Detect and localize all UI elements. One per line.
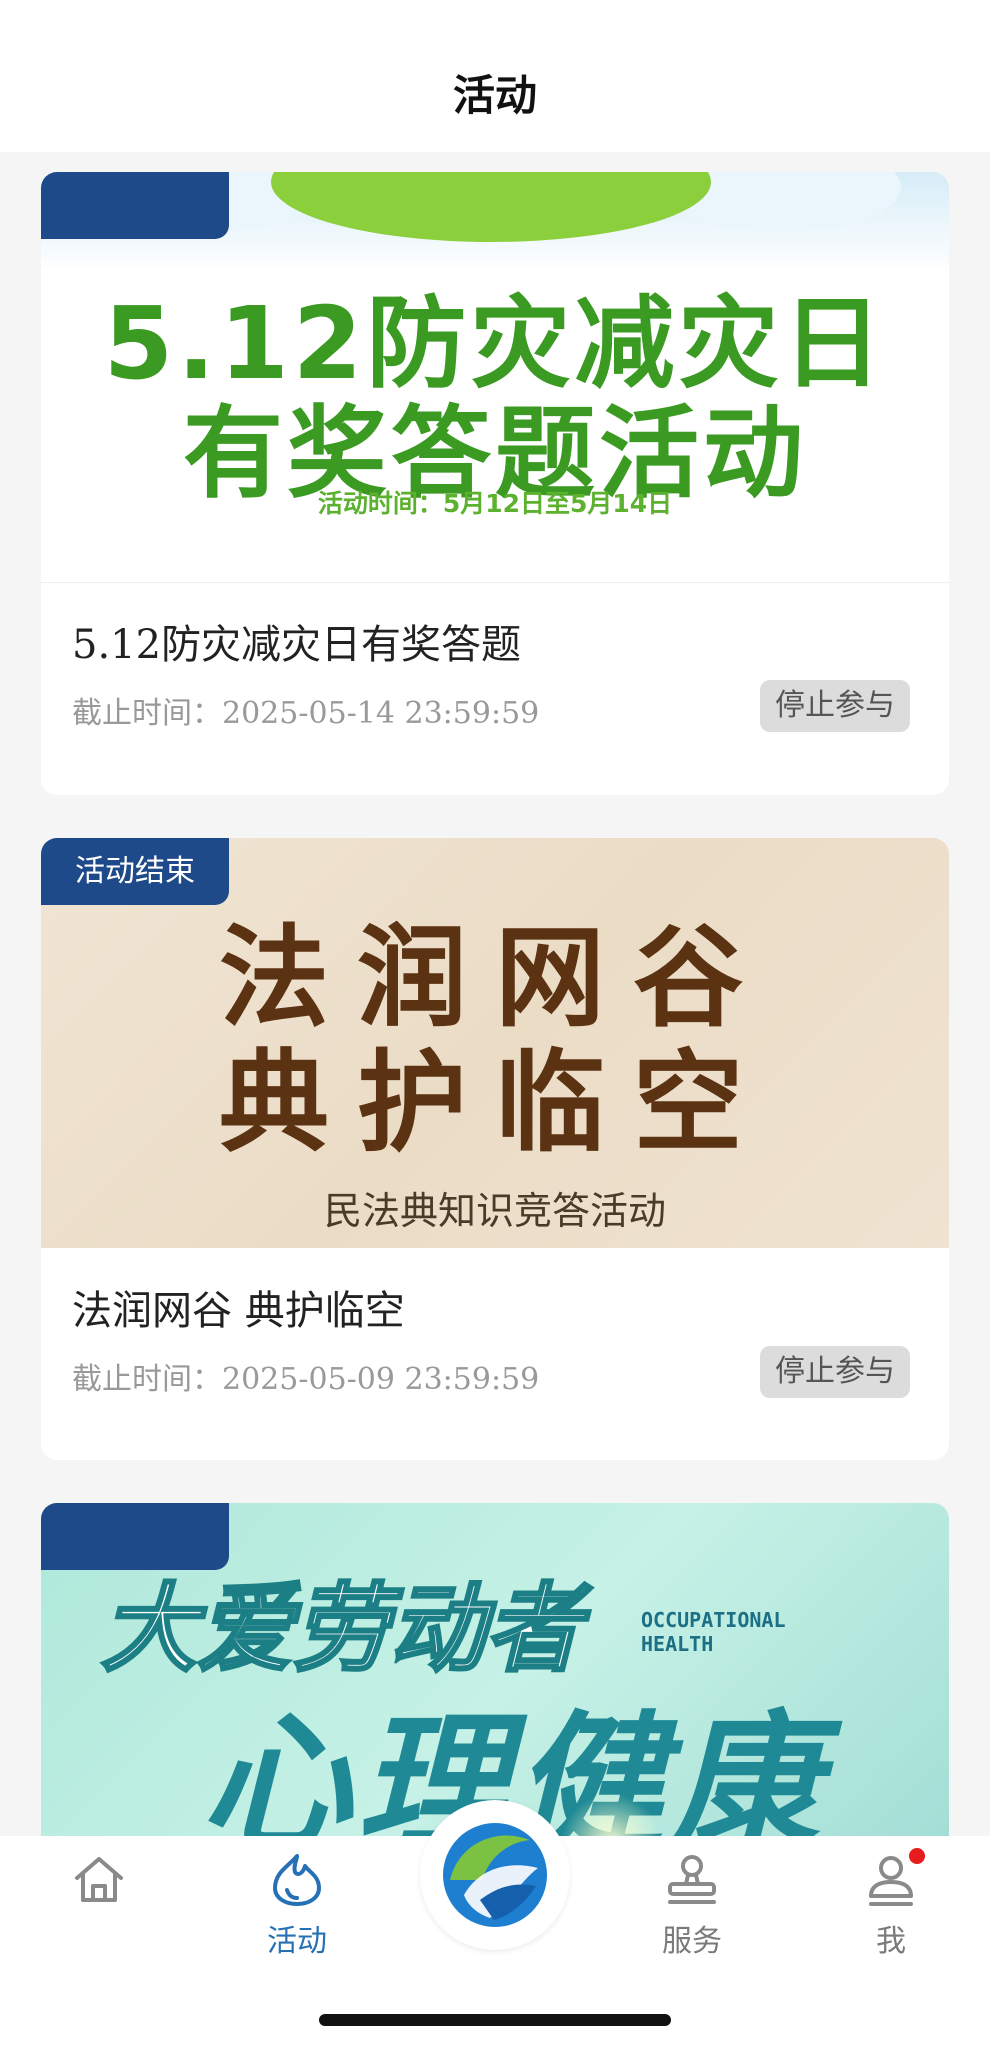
- activity-title: 5.12防灾减灾日有奖答题: [72, 622, 522, 668]
- notification-dot: [909, 1848, 925, 1864]
- activity-deadline: 截止时间：2025-05-09 23:59:59: [72, 1362, 540, 1397]
- banner-headline: 典护临空: [219, 1038, 771, 1167]
- activity-card[interactable]: 5.12防灾减灾日 有奖答题活动 活动时间：5月12日至5月14日 5.12防灾…: [41, 172, 949, 795]
- header: 活动: [0, 0, 990, 152]
- activity-icon: [273, 1854, 321, 1906]
- status-badge: [41, 1503, 229, 1570]
- tab-label: 服务: [662, 1924, 722, 1959]
- home-indicator: [319, 2014, 671, 2026]
- center-home-button[interactable]: [420, 1800, 570, 1950]
- activities-page: 活动 5.12防灾减灾日 有奖答题活动 活动时间：5月12日至5月14日 5.1…: [0, 0, 990, 2048]
- activity-card[interactable]: 法润网谷 典护临空 民法典知识竞答活动 活动结束 法润网谷 典护临空 截止时间：…: [41, 838, 949, 1460]
- home-icon: [75, 1857, 123, 1902]
- status-badge: [41, 172, 229, 239]
- banner-tag: OCCUPATIONAL HEALTH: [641, 1608, 786, 1656]
- status-badge: 活动结束: [41, 838, 229, 905]
- divider: [41, 582, 949, 583]
- banner-subtitle: 民法典知识竞答活动: [323, 1189, 666, 1233]
- tab-label: 活动: [267, 1924, 327, 1959]
- tab-label: 我: [876, 1924, 906, 1959]
- stop-participation-button[interactable]: 停止参与: [760, 1346, 910, 1398]
- app-logo-icon: [443, 1823, 547, 1927]
- activity-deadline: 截止时间：2025-05-14 23:59:59: [72, 696, 540, 731]
- banner-subtitle: 活动时间：5月12日至5月14日: [317, 489, 673, 518]
- stop-participation-button[interactable]: 停止参与: [760, 680, 910, 732]
- activity-title: 法润网谷 典护临空: [72, 1288, 405, 1334]
- page-title: 活动: [452, 71, 537, 120]
- service-icon: [668, 1855, 716, 1904]
